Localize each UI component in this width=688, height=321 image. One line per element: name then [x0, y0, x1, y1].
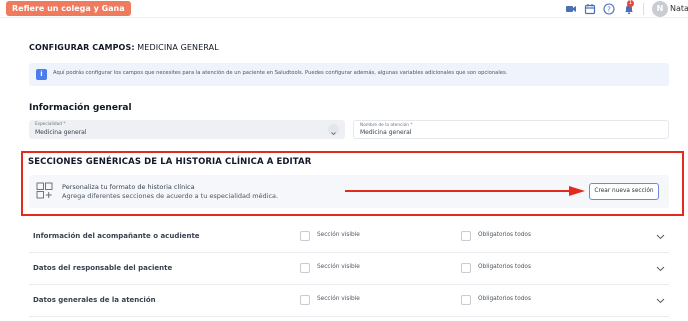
- section-visible-checkbox[interactable]: [300, 295, 310, 305]
- attention-name-field[interactable]: Nombre de la atención * Medicina general: [353, 120, 669, 139]
- top-bar: Refiere un colega y Gana ? 1 N Nata: [0, 0, 688, 18]
- general-info-heading: Información general: [29, 103, 132, 113]
- page-title-prefix: CONFIGURAR CAMPOS:: [29, 43, 135, 52]
- specialty-dropdown-button[interactable]: [328, 124, 339, 136]
- calendar-icon[interactable]: [584, 3, 596, 15]
- section-visible-checkbox[interactable]: [300, 231, 310, 241]
- section-row[interactable]: Datos del responsable del paciente Secci…: [29, 254, 669, 285]
- required-all-label: Obligatorios todos: [478, 296, 531, 302]
- sections-heading: SECCIONES GENÉRICAS DE LA HISTORIA CLÍNI…: [28, 157, 312, 167]
- red-arrow-annotation: [345, 186, 585, 196]
- info-icon: i: [36, 69, 47, 80]
- required-all-checkbox[interactable]: [461, 231, 471, 241]
- info-banner: i Aquí podrás configurar los campos que …: [29, 63, 669, 86]
- page-title: CONFIGURAR CAMPOS: MEDICINA GENERAL: [29, 43, 219, 52]
- add-section-grid-icon: [36, 182, 53, 199]
- section-row-title: Información del acompañante o acudiente: [33, 232, 200, 240]
- chevron-down-icon: [331, 132, 336, 136]
- section-row-title: Datos del responsable del paciente: [33, 264, 173, 272]
- section-visible-label: Sección visible: [317, 296, 360, 302]
- specialty-select[interactable]: Especialidad * Medicina general: [29, 120, 345, 139]
- refer-colleague-button[interactable]: Refiere un colega y Gana: [6, 1, 131, 16]
- notification-count-badge: 1: [627, 0, 634, 7]
- attention-name-label: Nombre de la atención *: [360, 123, 413, 128]
- section-visible-label: Sección visible: [317, 232, 360, 238]
- chevron-down-icon[interactable]: [656, 266, 665, 272]
- page-title-value: MEDICINA GENERAL: [137, 43, 219, 52]
- section-visible-label: Sección visible: [317, 264, 360, 270]
- required-all-checkbox[interactable]: [461, 295, 471, 305]
- customize-format-subtitle: Agrega diferentes secciones de acuerdo a…: [62, 192, 279, 200]
- customize-format-title: Personaliza tu formato de historia clíni…: [62, 183, 195, 191]
- topbar-divider: [643, 3, 644, 15]
- svg-text:?: ?: [607, 6, 611, 14]
- required-all-checkbox[interactable]: [461, 263, 471, 273]
- section-row-title: Datos generales de la atención: [33, 296, 156, 304]
- required-all-label: Obligatorios todos: [478, 264, 531, 270]
- section-visible-checkbox[interactable]: [300, 263, 310, 273]
- info-banner-text: Aquí podrás configurar los campos que ne…: [53, 70, 508, 76]
- create-new-section-button[interactable]: Crear nueva sección: [589, 183, 659, 200]
- user-avatar[interactable]: N: [652, 1, 668, 17]
- chevron-down-icon[interactable]: [656, 298, 665, 304]
- user-name[interactable]: Nata: [670, 4, 688, 13]
- video-call-icon[interactable]: [565, 3, 577, 15]
- chevron-down-icon[interactable]: [656, 234, 665, 240]
- required-all-label: Obligatorios todos: [478, 232, 531, 238]
- attention-name-value[interactable]: Medicina general: [360, 129, 412, 136]
- section-row[interactable]: Información del acompañante o acudiente …: [29, 222, 669, 253]
- specialty-value: Medicina general: [35, 129, 87, 136]
- help-icon[interactable]: ?: [603, 3, 615, 15]
- section-row[interactable]: Datos generales de la atención Sección v…: [29, 286, 669, 317]
- specialty-label: Especialidad *: [35, 122, 66, 127]
